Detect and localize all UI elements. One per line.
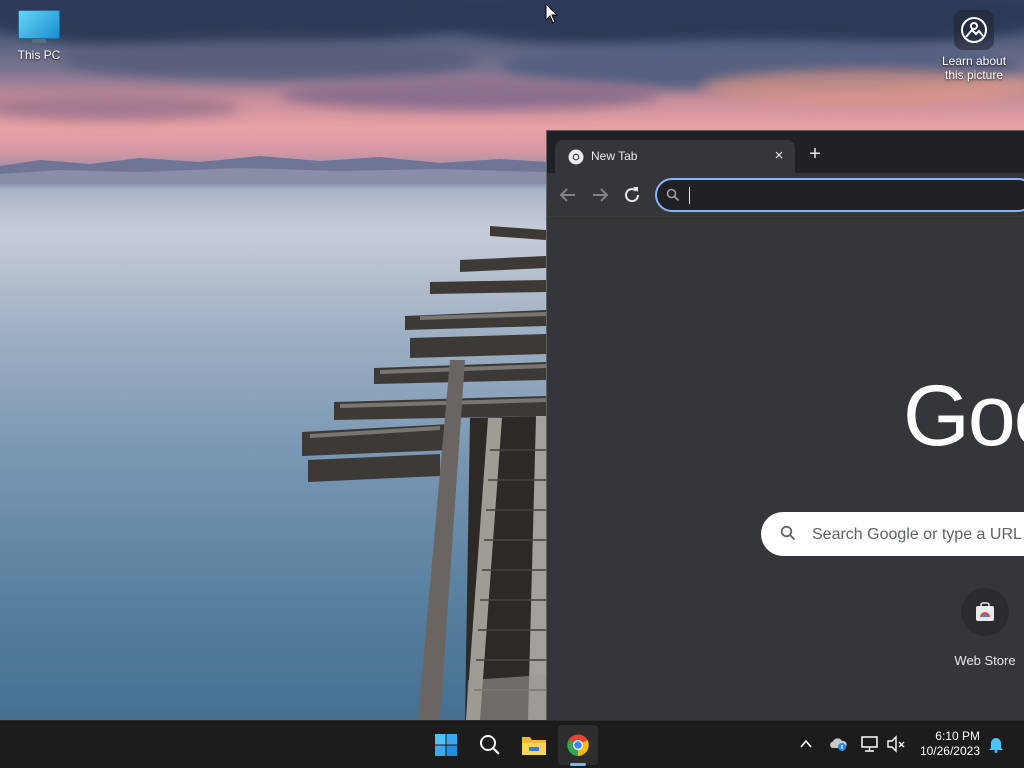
system-clock[interactable]: 6:10 PM 10/26/2023 xyxy=(914,729,980,759)
taskbar: 6:10 PM 10/26/2023 xyxy=(0,720,1024,768)
file-explorer-button[interactable] xyxy=(514,725,554,765)
new-tab-page: Google Search Google or type a URL Web S… xyxy=(547,218,1024,721)
desktop-icon-label: Learn about this picture xyxy=(941,54,1007,82)
browser-toolbar xyxy=(547,173,1024,217)
mouse-cursor-icon xyxy=(545,3,559,24)
tab-strip: New Tab × + xyxy=(547,131,1024,173)
onedrive-tray-button[interactable] xyxy=(827,733,849,755)
chrome-taskbar-button[interactable] xyxy=(558,725,598,765)
address-input[interactable] xyxy=(691,184,1021,206)
desktop-icon-learn-about-picture[interactable]: Learn about this picture xyxy=(936,10,1012,82)
network-tray-button[interactable] xyxy=(859,733,881,755)
search-icon xyxy=(480,735,500,755)
mountain-silhouette xyxy=(0,156,546,184)
new-tab-button[interactable]: + xyxy=(804,144,826,166)
shortcut-web-store[interactable]: Web Store xyxy=(947,588,1023,668)
wooden-pier-image xyxy=(302,226,546,720)
notification-center-button[interactable] xyxy=(985,733,1007,755)
google-logo: Google xyxy=(903,368,1024,464)
volume-tray-button[interactable] xyxy=(885,733,907,755)
chrome-window: New Tab × + Google xyxy=(546,130,1024,720)
windows-start-icon xyxy=(435,734,457,756)
active-app-indicator xyxy=(570,763,586,766)
computer-icon xyxy=(18,10,60,44)
forward-arrow-icon[interactable] xyxy=(588,183,612,207)
search-icon xyxy=(666,188,680,202)
web-store-icon xyxy=(961,588,1009,636)
tab-new-tab[interactable]: New Tab × xyxy=(555,140,795,173)
ntp-search-placeholder: Search Google or type a URL xyxy=(812,526,1022,543)
show-hidden-icons-button[interactable] xyxy=(795,733,817,755)
chrome-icon xyxy=(568,149,584,165)
chrome-icon xyxy=(567,734,589,756)
text-caret xyxy=(689,187,690,204)
start-button[interactable] xyxy=(426,725,466,765)
taskbar-search-button[interactable] xyxy=(470,725,510,765)
clock-date: 10/26/2023 xyxy=(919,744,980,758)
desktop-icon-label: This PC xyxy=(17,48,61,62)
chevron-up-icon xyxy=(800,739,812,748)
ntp-search-box[interactable]: Search Google or type a URL xyxy=(761,512,1024,556)
volume-muted-icon xyxy=(887,735,905,753)
desktop-icon-this-pc[interactable]: This PC xyxy=(1,8,77,62)
search-icon xyxy=(780,525,796,541)
tab-close-icon[interactable]: × xyxy=(770,147,788,165)
tab-title: New Tab xyxy=(591,149,638,163)
folder-icon xyxy=(522,737,546,755)
shortcut-label: Web Store xyxy=(954,653,1016,668)
notification-bell-icon xyxy=(989,738,1003,753)
network-icon xyxy=(861,736,878,752)
back-arrow-icon[interactable] xyxy=(556,183,580,207)
reload-icon[interactable] xyxy=(620,183,644,207)
clock-time: 6:10 PM xyxy=(935,729,980,743)
onedrive-icon xyxy=(830,738,847,751)
camera-icon xyxy=(954,10,994,50)
address-bar[interactable] xyxy=(655,178,1024,212)
